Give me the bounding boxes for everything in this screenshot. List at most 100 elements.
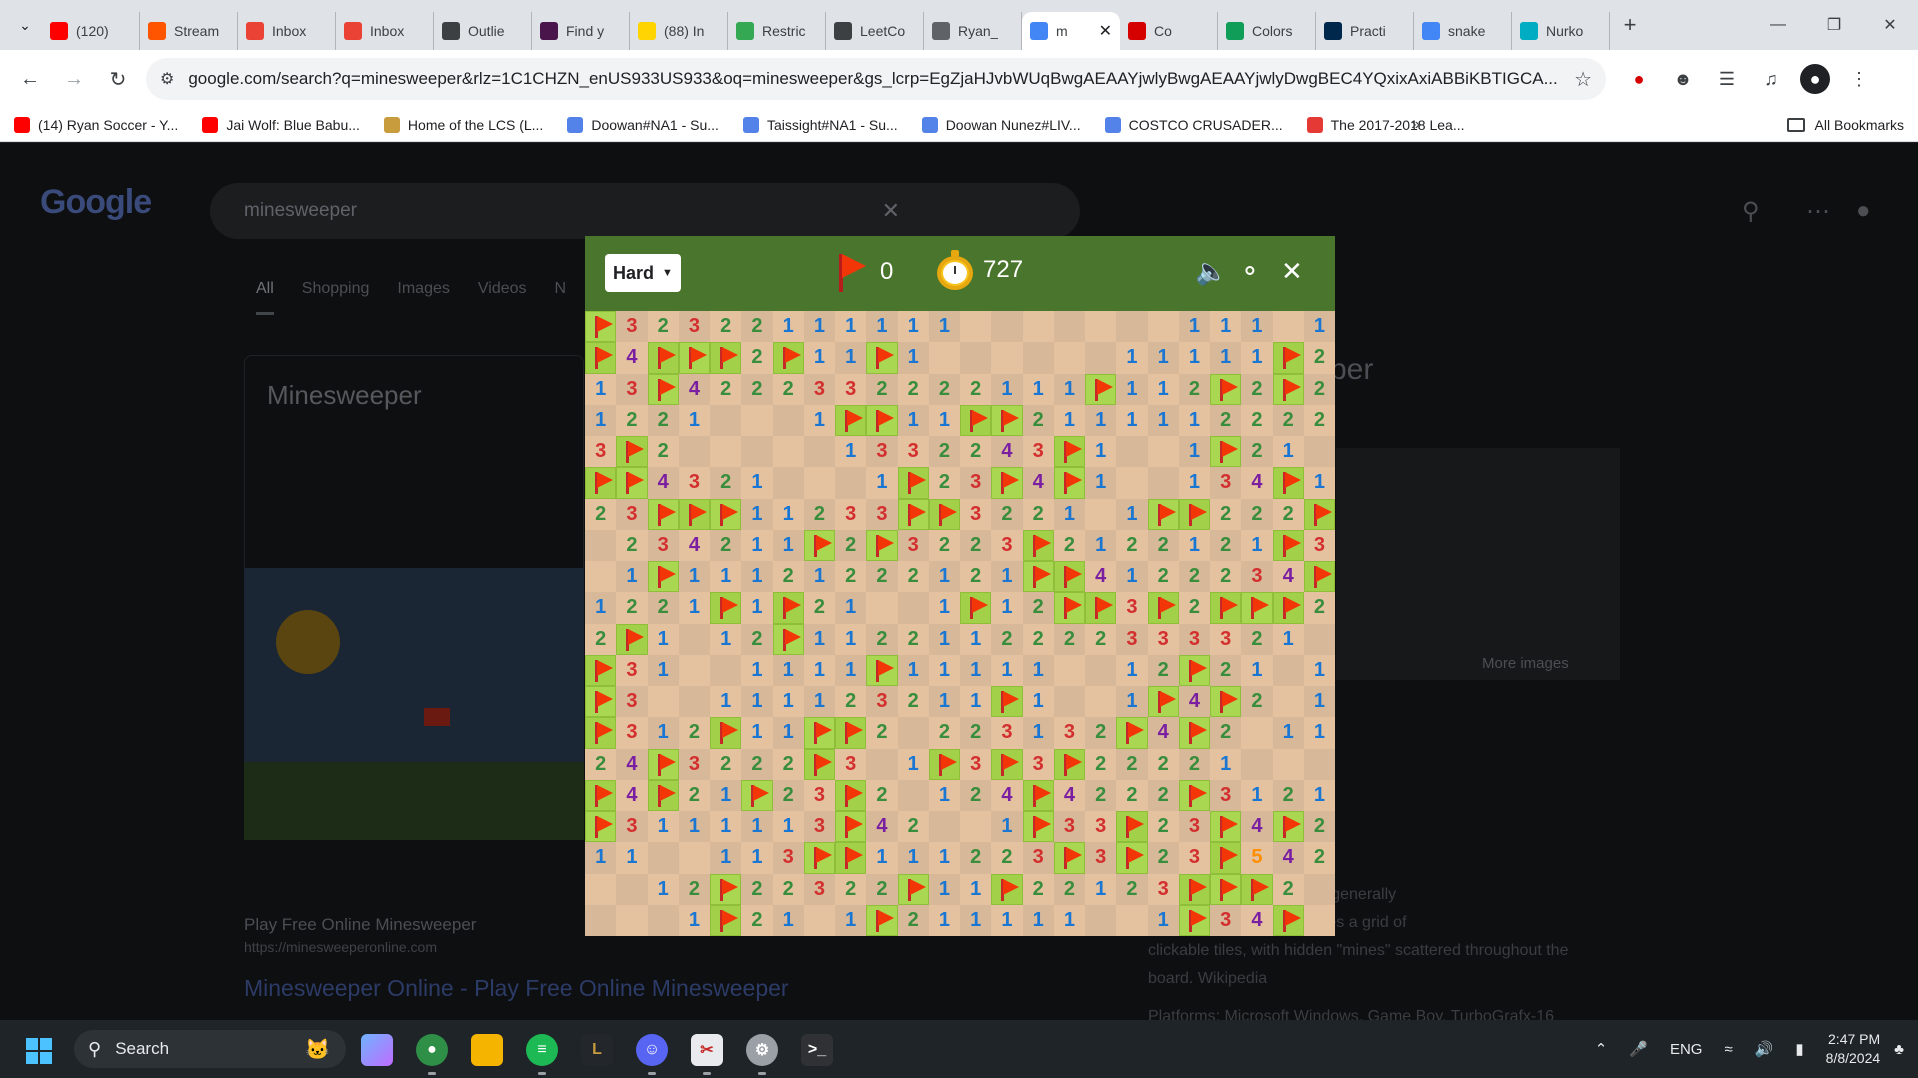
number-cell[interactable]: 1: [897, 748, 929, 780]
number-cell[interactable]: 1: [772, 529, 804, 561]
number-cell[interactable]: 1: [647, 623, 679, 655]
number-cell[interactable]: 2: [1272, 498, 1304, 530]
number-cell[interactable]: 2: [678, 873, 710, 905]
number-cell[interactable]: 2: [1241, 373, 1273, 405]
number-cell[interactable]: 3: [803, 873, 835, 905]
flagged-cell[interactable]: [897, 873, 929, 905]
number-cell[interactable]: 2: [741, 342, 773, 374]
number-cell[interactable]: 2: [1147, 811, 1179, 843]
number-cell[interactable]: 1: [678, 811, 710, 843]
number-cell[interactable]: 4: [1272, 842, 1304, 874]
flagged-cell[interactable]: [1272, 811, 1304, 843]
number-cell[interactable]: 1: [897, 342, 929, 374]
empty-cell[interactable]: [647, 842, 679, 874]
taskbar-clock[interactable]: 2:47 PM 8/8/2024: [1826, 1030, 1881, 1068]
number-cell[interactable]: 1: [928, 561, 960, 593]
number-cell[interactable]: 1: [835, 904, 867, 936]
number-cell[interactable]: 1: [710, 623, 742, 655]
site-info-icon[interactable]: ⚙: [160, 69, 174, 89]
flagged-cell[interactable]: [991, 467, 1023, 499]
flagged-cell[interactable]: [1178, 717, 1210, 749]
number-cell[interactable]: 1: [616, 561, 648, 593]
number-cell[interactable]: 2: [1116, 779, 1148, 811]
flagged-cell[interactable]: [1116, 811, 1148, 843]
number-cell[interactable]: 3: [897, 529, 929, 561]
number-cell[interactable]: 2: [928, 373, 960, 405]
number-cell[interactable]: 1: [585, 373, 617, 405]
flagged-cell[interactable]: [1053, 748, 1085, 780]
number-cell[interactable]: 2: [928, 467, 960, 499]
number-cell[interactable]: 3: [585, 436, 617, 468]
url-text[interactable]: google.com/search?q=minesweeper&rlz=1C1C…: [188, 69, 1564, 89]
number-cell[interactable]: 2: [1241, 404, 1273, 436]
browser-tab[interactable]: (120): [42, 12, 140, 50]
empty-cell[interactable]: [866, 592, 898, 624]
empty-cell[interactable]: [1303, 904, 1335, 936]
number-cell[interactable]: 1: [1147, 342, 1179, 374]
flagged-cell[interactable]: [616, 467, 648, 499]
number-cell[interactable]: 1: [1210, 748, 1242, 780]
number-cell[interactable]: 1: [803, 654, 835, 686]
flagged-cell[interactable]: [1053, 842, 1085, 874]
labs-icon[interactable]: ⚲: [1742, 197, 1760, 226]
number-cell[interactable]: 2: [710, 529, 742, 561]
bookmark-item[interactable]: Home of the LCS (L...: [383, 116, 543, 133]
number-cell[interactable]: 3: [1241, 561, 1273, 593]
number-cell[interactable]: 1: [866, 467, 898, 499]
number-cell[interactable]: 1: [710, 842, 742, 874]
flagged-cell[interactable]: [1272, 467, 1304, 499]
number-cell[interactable]: 3: [678, 467, 710, 499]
number-cell[interactable]: 1: [1085, 873, 1117, 905]
flagged-cell[interactable]: [1053, 561, 1085, 593]
number-cell[interactable]: 2: [928, 717, 960, 749]
number-cell[interactable]: 2: [1303, 842, 1335, 874]
number-cell[interactable]: 1: [1241, 311, 1273, 343]
number-cell[interactable]: 2: [866, 623, 898, 655]
number-cell[interactable]: 1: [678, 904, 710, 936]
number-cell[interactable]: 1: [710, 686, 742, 718]
flagged-cell[interactable]: [1303, 498, 1335, 530]
number-cell[interactable]: 4: [678, 373, 710, 405]
number-cell[interactable]: 1: [1178, 436, 1210, 468]
number-cell[interactable]: 1: [1022, 717, 1054, 749]
empty-cell[interactable]: [1147, 467, 1179, 499]
empty-cell[interactable]: [991, 342, 1023, 374]
number-cell[interactable]: 3: [616, 686, 648, 718]
flagged-cell[interactable]: [1147, 592, 1179, 624]
number-cell[interactable]: 1: [1210, 342, 1242, 374]
steam-icon[interactable]: ⚙: [746, 1034, 778, 1075]
number-cell[interactable]: 1: [991, 561, 1023, 593]
flagged-cell[interactable]: [1241, 592, 1273, 624]
number-cell[interactable]: 2: [1147, 561, 1179, 593]
number-cell[interactable]: 3: [803, 811, 835, 843]
flagged-cell[interactable]: [1210, 436, 1242, 468]
flagged-cell[interactable]: [647, 373, 679, 405]
browser-tab[interactable]: LeetCo: [826, 12, 924, 50]
bookmark-item[interactable]: COSTCO CRUSADER...: [1104, 116, 1283, 133]
empty-cell[interactable]: [772, 436, 804, 468]
number-cell[interactable]: 2: [1241, 686, 1273, 718]
number-cell[interactable]: 1: [1272, 717, 1304, 749]
number-cell[interactable]: 2: [1147, 529, 1179, 561]
number-cell[interactable]: 4: [616, 748, 648, 780]
number-cell[interactable]: 3: [772, 842, 804, 874]
number-cell[interactable]: 1: [678, 592, 710, 624]
empty-cell[interactable]: [741, 436, 773, 468]
number-cell[interactable]: 2: [1147, 842, 1179, 874]
number-cell[interactable]: 1: [835, 342, 867, 374]
number-cell[interactable]: 1: [1303, 686, 1335, 718]
number-cell[interactable]: 2: [1022, 498, 1054, 530]
number-cell[interactable]: 3: [1116, 592, 1148, 624]
number-cell[interactable]: 1: [991, 373, 1023, 405]
empty-cell[interactable]: [710, 404, 742, 436]
number-cell[interactable]: 3: [616, 654, 648, 686]
empty-cell[interactable]: [1272, 748, 1304, 780]
flagged-cell[interactable]: [1053, 467, 1085, 499]
browser-tab[interactable]: Restric: [728, 12, 826, 50]
number-cell[interactable]: 1: [647, 654, 679, 686]
number-cell[interactable]: 2: [1022, 623, 1054, 655]
extensions-puzzle-icon[interactable]: ☰: [1712, 64, 1742, 94]
number-cell[interactable]: 3: [991, 529, 1023, 561]
number-cell[interactable]: 2: [928, 529, 960, 561]
number-cell[interactable]: 2: [1147, 654, 1179, 686]
